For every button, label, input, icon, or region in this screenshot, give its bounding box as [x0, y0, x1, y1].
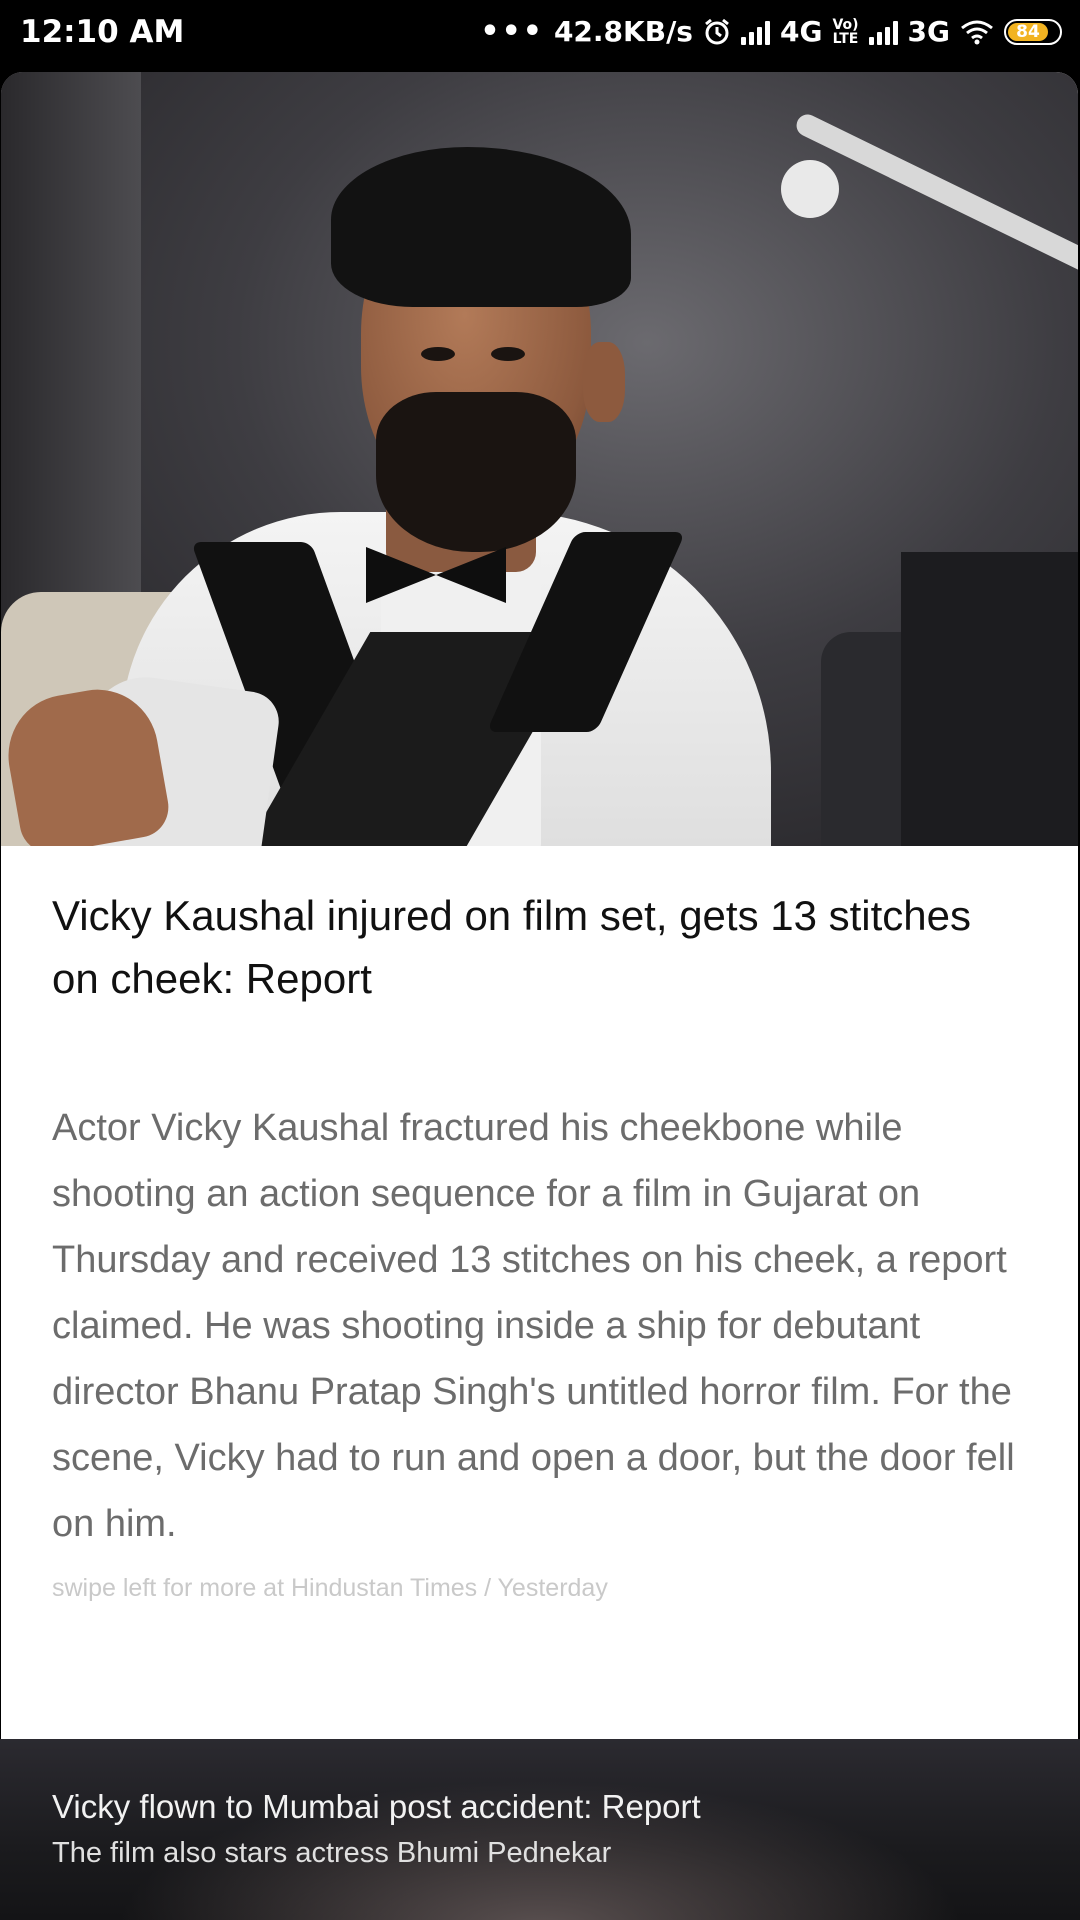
article-summary: Actor Vicky Kaushal fractured his cheekb… — [52, 1107, 1015, 1545]
related-story-title[interactable]: Vicky flown to Mumbai post accident: Rep… — [52, 1788, 1032, 1826]
battery-level: 84 — [1008, 22, 1048, 42]
signal-icon — [740, 19, 770, 45]
wifi-icon — [961, 20, 993, 44]
network-speed: 42.8KB/s — [553, 15, 693, 48]
article-image[interactable] — [1, 72, 1078, 846]
alarm-icon — [705, 18, 729, 44]
more-notifications-icon: ••• — [480, 14, 544, 49]
article-source[interactable]: swipe left for more at Hindustan Times /… — [52, 1574, 952, 1603]
news-card[interactable]: Vicky Kaushal injured on film set, gets … — [1, 72, 1078, 1739]
signal-icon-2 — [868, 19, 898, 45]
related-story-subtitle: The film also stars actress Bhumi Pednek… — [52, 1837, 612, 1869]
status-bar: 12:10 AM ••• 42.8KB/s 4G Vo) LTE 3G 84 — [0, 0, 1080, 72]
network-type-2: 3G — [907, 15, 950, 48]
network-type-1: 4G — [779, 15, 823, 48]
status-time: 12:10 AM — [20, 14, 185, 50]
related-story-strip[interactable] — [0, 1739, 1080, 1920]
status-icons: ••• 42.8KB/s 4G Vo) LTE 3G 84 — [480, 14, 1062, 49]
volte-icon: Vo) LTE — [832, 16, 859, 47]
article-headline[interactable]: Vicky Kaushal injured on film set, gets … — [52, 884, 1012, 1010]
battery-icon: 84 — [1004, 18, 1062, 45]
